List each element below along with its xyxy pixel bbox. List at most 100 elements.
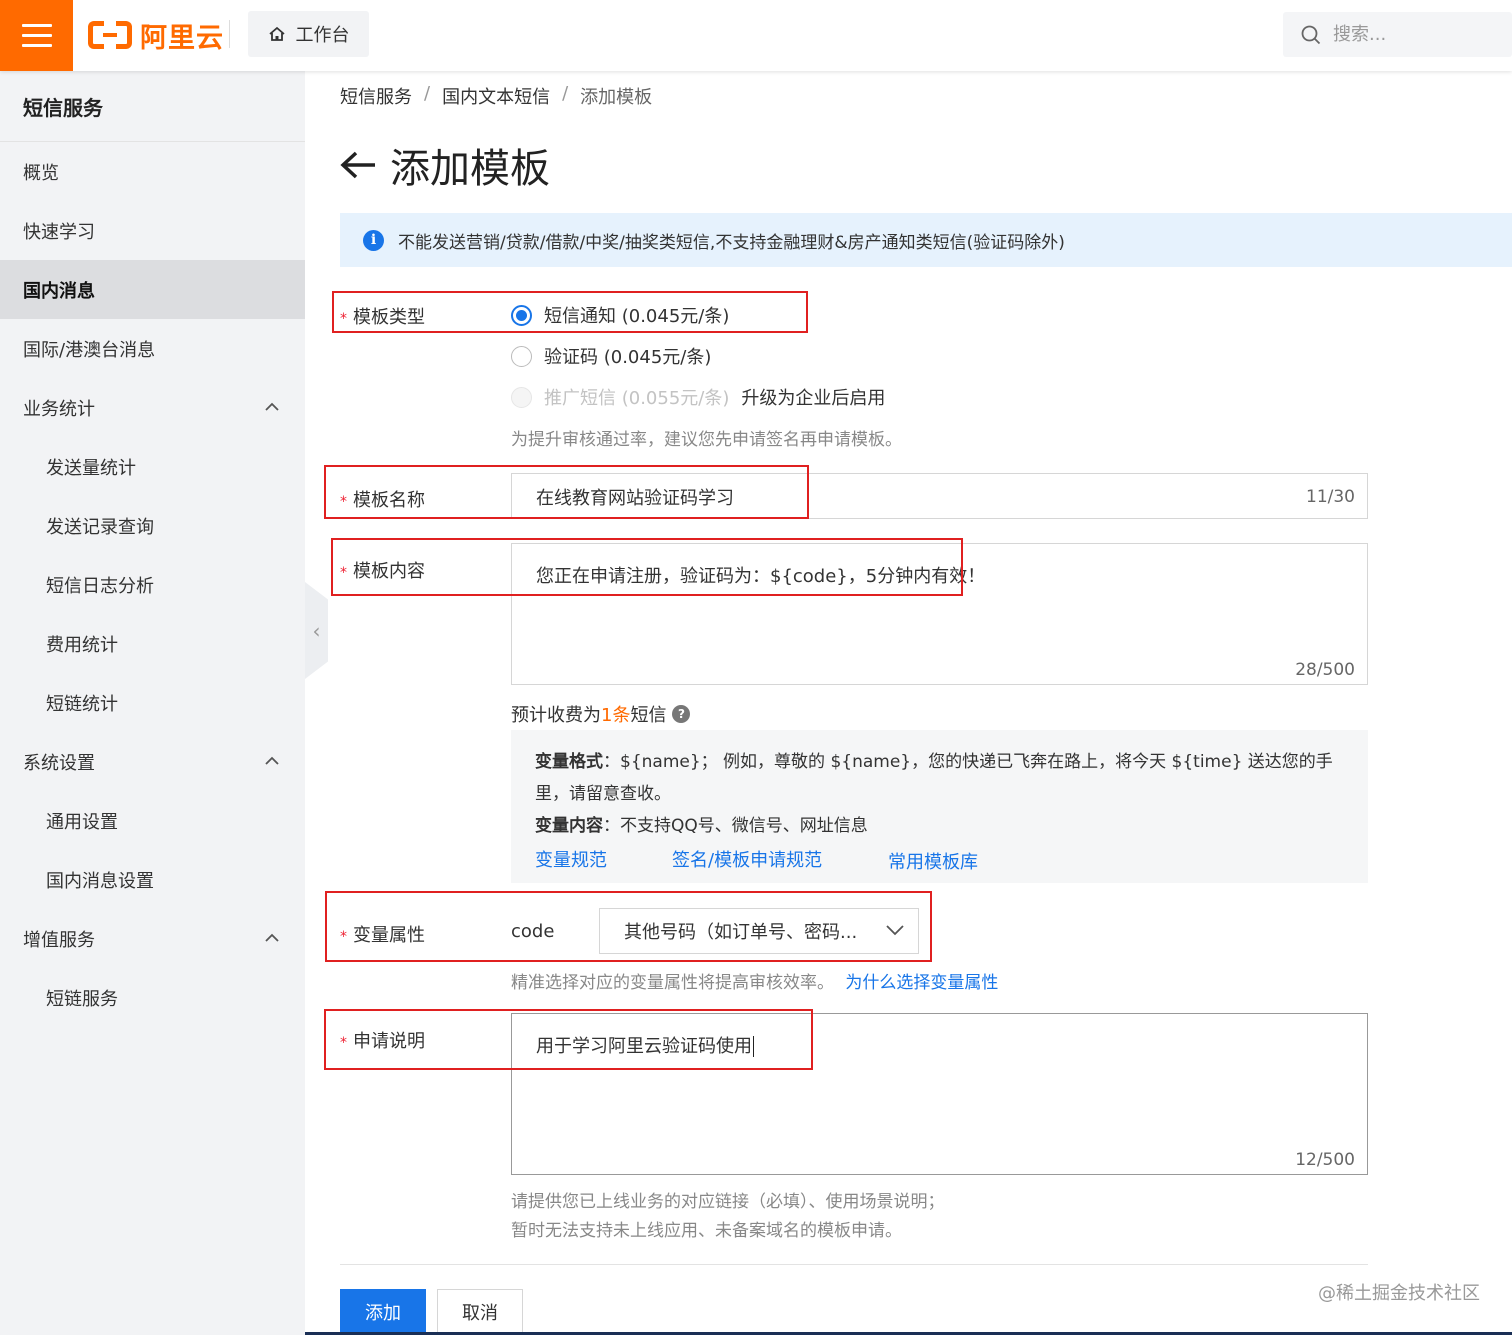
- sidebar: 短信服务 概览 快速学习 国内消息 国际/港澳台消息 业务统计 发送量统计 发送…: [0, 71, 305, 1335]
- logo-text: 阿里云: [140, 22, 224, 54]
- radio-promotion: 推广短信 (0.055元/条) 升级为企业后启用: [511, 384, 885, 410]
- chevron-up-icon: [265, 402, 279, 411]
- sidebar-group-system-settings[interactable]: 系统设置: [0, 732, 305, 791]
- radio-label: 短信通知 (0.045元/条): [544, 306, 730, 327]
- chevron-down-icon: [886, 925, 904, 936]
- char-counter: 11/30: [1306, 487, 1355, 507]
- sidebar-item-shortlink-stats[interactable]: 短链统计: [0, 673, 305, 732]
- page-header: 添加模板: [340, 136, 550, 194]
- sidebar-group-business-stats[interactable]: 业务统计: [0, 378, 305, 437]
- sms-count: 1条: [601, 705, 631, 726]
- breadcrumb-item[interactable]: 短信服务: [340, 83, 412, 109]
- link-apply-spec[interactable]: 签名/模板申请规范: [672, 846, 822, 872]
- sidebar-group-label: 业务统计: [23, 398, 95, 420]
- template-content-label: * 模板内容: [340, 561, 425, 582]
- sidebar-item-overview[interactable]: 概览: [0, 142, 305, 201]
- template-name-input[interactable]: [536, 486, 1236, 507]
- radio-button-checked[interactable]: [511, 304, 532, 326]
- upgrade-hint: 升级为企业后启用: [741, 388, 886, 409]
- sidebar-item-log-analysis[interactable]: 短信日志分析: [0, 555, 305, 614]
- radio-sms-notice[interactable]: 短信通知 (0.045元/条): [511, 302, 729, 328]
- radio-label: 推广短信 (0.055元/条): [544, 388, 730, 409]
- sidebar-item-send-stats[interactable]: 发送量统计: [0, 437, 305, 496]
- cost-estimate: 预计收费为1条短信 ?: [511, 701, 691, 727]
- breadcrumb-current: 添加模板: [580, 87, 653, 108]
- home-icon: [268, 26, 286, 42]
- search-icon: [1301, 25, 1321, 44]
- required-mark: *: [340, 311, 347, 327]
- logo-divider: [229, 20, 230, 48]
- sidebar-item-general-settings[interactable]: 通用设置: [0, 791, 305, 850]
- breadcrumb-item[interactable]: 国内文本短信: [442, 83, 550, 109]
- watermark: @稀土掘金技术社区: [1318, 1283, 1480, 1304]
- radio-label: 验证码 (0.045元/条): [544, 347, 712, 368]
- template-content-textarea[interactable]: 您正在申请注册，验证码为：${code}，5分钟内有效！ 28/500: [511, 543, 1368, 685]
- description-hint-2: 暂时无法支持未上线应用、未备案域名的模板申请。: [511, 1221, 902, 1241]
- divider: [340, 1264, 1368, 1265]
- chevron-up-icon: [265, 756, 279, 765]
- sidebar-item-cost-stats[interactable]: 费用统计: [0, 614, 305, 673]
- menu-icon: [21, 24, 52, 27]
- page-title: 添加模板: [390, 146, 550, 192]
- variable-content: 变量内容：不支持QQ号、微信号、网址信息: [535, 816, 868, 836]
- radio-button-disabled: [511, 386, 532, 408]
- chevron-up-icon: [265, 933, 279, 942]
- add-button[interactable]: 添加: [340, 1289, 426, 1335]
- search-box[interactable]: [1283, 12, 1512, 57]
- radio-button[interactable]: [511, 345, 532, 367]
- sidebar-collapse-handle[interactable]: ‹: [305, 582, 328, 679]
- search-input[interactable]: [1333, 24, 1483, 45]
- back-arrow-icon[interactable]: [340, 150, 378, 180]
- variable-format: 变量格式：${name}； 例如，尊敬的 ${name}，您的快递已飞奔在路上，…: [535, 752, 1333, 804]
- workbench-label: 工作台: [295, 25, 350, 46]
- chevron-left-icon: ‹: [312, 618, 321, 643]
- link-template-library[interactable]: 常用模板库: [888, 848, 978, 874]
- template-type-hint: 为提升审核通过率，建议您先申请签名再申请模板。: [511, 430, 902, 450]
- variable-attr-hint: 精准选择对应的变量属性将提高审核效率。 为什么选择变量属性: [511, 973, 999, 993]
- top-bar: 阿里云 工作台: [0, 0, 1512, 71]
- description-hint-1: 请提供您已上线业务的对应链接（必填）、使用场景说明；: [511, 1192, 945, 1212]
- sidebar-item-international[interactable]: 国际/港澳台消息: [0, 319, 305, 378]
- description-label: * 申请说明: [340, 1031, 425, 1052]
- aliyun-logo-icon: [88, 21, 132, 49]
- variable-attr-label: * 变量属性: [340, 925, 425, 946]
- link-why-variable-attr[interactable]: 为什么选择变量属性: [845, 973, 998, 993]
- breadcrumb-separator: /: [424, 83, 431, 104]
- sidebar-item-quick-learn[interactable]: 快速学习: [0, 201, 305, 260]
- sidebar-item-shortlink-service[interactable]: 短链服务: [0, 968, 305, 1027]
- char-counter: 28/500: [1295, 660, 1355, 680]
- char-counter: 12/500: [1295, 1150, 1355, 1170]
- workbench-button[interactable]: 工作台: [248, 11, 369, 57]
- info-icon: i: [363, 229, 384, 251]
- sidebar-item-send-records[interactable]: 发送记录查询: [0, 496, 305, 555]
- notice-banner: i 不能发送营销/贷款/借款/中奖/抽奖类短信,不支持金融理财&房产通知类短信(…: [340, 213, 1512, 267]
- variable-attr-select[interactable]: 其他号码（如订单号、密码...: [599, 908, 919, 954]
- sidebar-group-label: 增值服务: [23, 929, 95, 951]
- sidebar-item-domestic[interactable]: 国内消息: [0, 260, 305, 319]
- required-mark: *: [340, 565, 347, 581]
- description-textarea[interactable]: 用于学习阿里云验证码使用 12/500: [511, 1013, 1368, 1175]
- required-mark: *: [340, 929, 347, 945]
- breadcrumb: 短信服务 / 国内文本短信 / 添加模板: [340, 83, 652, 109]
- template-content-value: 您正在申请注册，验证码为：${code}，5分钟内有效！: [536, 566, 986, 587]
- required-mark: *: [340, 1035, 347, 1051]
- sidebar-title: 短信服务: [0, 71, 305, 142]
- template-name-label: * 模板名称: [340, 490, 425, 511]
- aliyun-logo[interactable]: 阿里云: [88, 16, 224, 54]
- cancel-button[interactable]: 取消: [437, 1289, 523, 1335]
- hamburger-menu-button[interactable]: [0, 0, 73, 71]
- sidebar-group-value-added[interactable]: 增值服务: [0, 909, 305, 968]
- sidebar-item-domestic-settings[interactable]: 国内消息设置: [0, 850, 305, 909]
- variable-name: code: [511, 921, 555, 942]
- link-variable-spec[interactable]: 变量规范: [535, 846, 607, 872]
- notice-text: 不能发送营销/贷款/借款/中奖/抽奖类短信,不支持金融理财&房产通知类短信(验证…: [398, 232, 1065, 253]
- template-type-label: * 模板类型: [340, 307, 425, 328]
- select-value: 其他号码（如订单号、密码...: [624, 922, 858, 943]
- description-value: 用于学习阿里云验证码使用: [536, 1036, 754, 1057]
- breadcrumb-separator: /: [562, 83, 569, 104]
- template-name-input-box[interactable]: 11/30: [511, 473, 1368, 519]
- sidebar-group-label: 系统设置: [23, 752, 95, 774]
- radio-verification-code[interactable]: 验证码 (0.045元/条): [511, 343, 711, 369]
- question-icon[interactable]: ?: [672, 705, 691, 723]
- required-mark: *: [340, 494, 347, 510]
